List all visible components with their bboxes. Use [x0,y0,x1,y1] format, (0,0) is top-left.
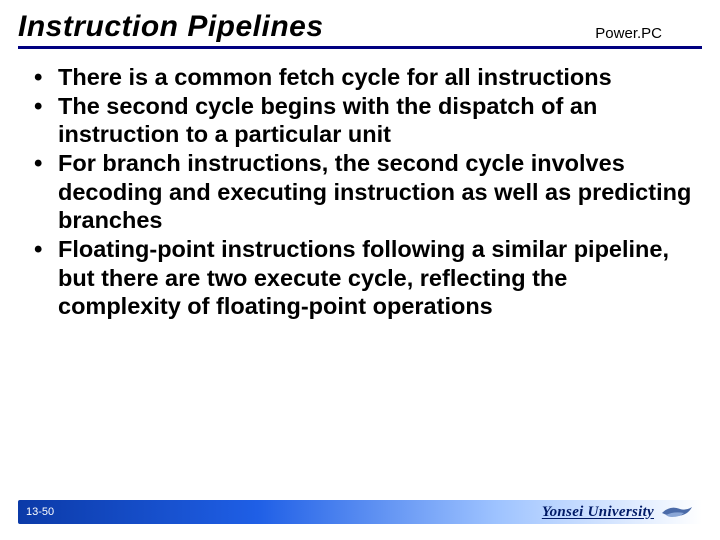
footer-bar: 13-50 Yonsei University [18,500,702,524]
list-item: The second cycle begins with the dispatc… [30,92,692,149]
university-wrap: Yonsei University [542,503,694,521]
list-item: There is a common fetch cycle for all in… [30,63,692,92]
slide-footer: 13-50 Yonsei University [0,500,720,524]
slide-number: 13-50 [26,506,54,518]
slide-header: Instruction Pipelines Power.PC [18,10,702,49]
bullet-list: There is a common fetch cycle for all in… [30,63,692,321]
list-item: For branch instructions, the second cycl… [30,149,692,235]
list-item: Floating-point instructions following a … [30,235,692,321]
slide: Instruction Pipelines Power.PC There is … [0,0,720,540]
eagle-icon [660,503,694,521]
slide-content: There is a common fetch cycle for all in… [18,49,702,321]
university-name: Yonsei University [542,504,654,521]
slide-title: Instruction Pipelines [18,10,324,44]
slide-subtitle: Power.PC [595,25,702,44]
